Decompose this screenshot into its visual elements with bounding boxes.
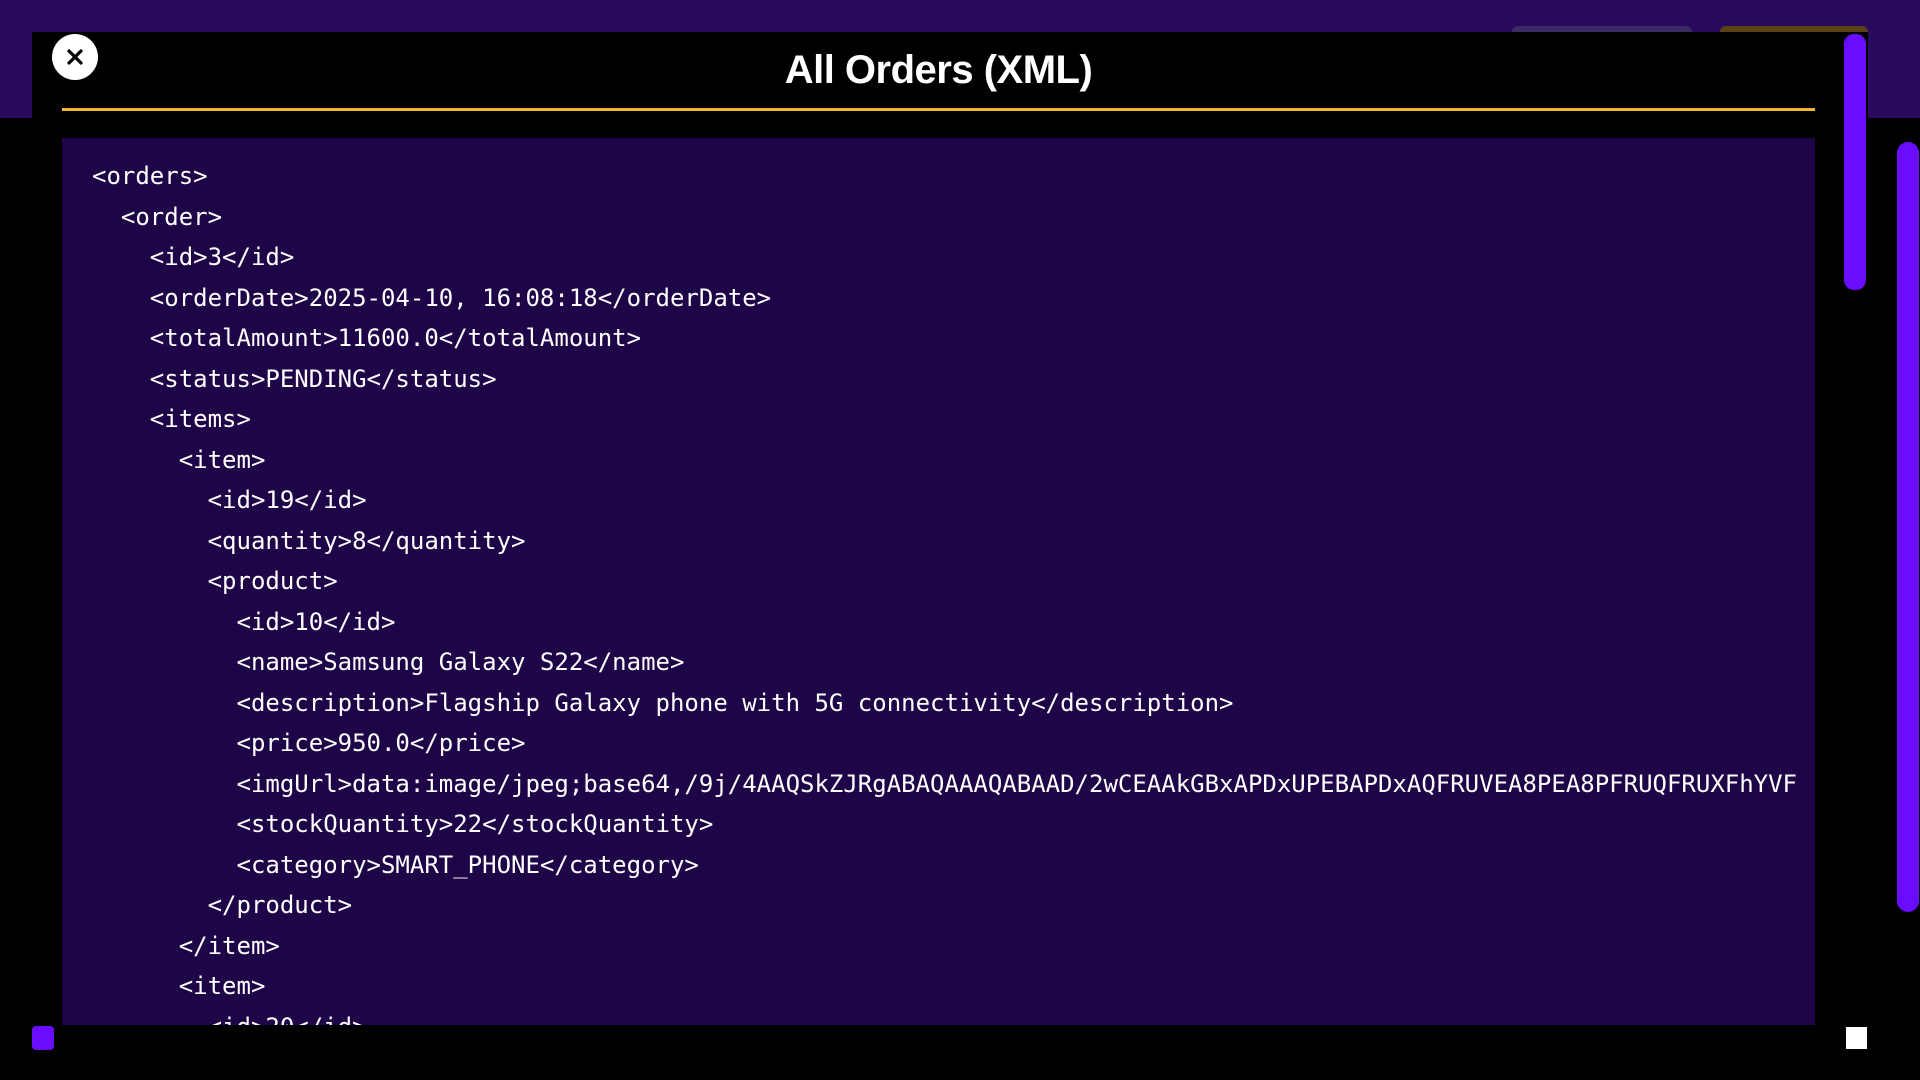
code-line: <order> — [92, 202, 223, 231]
code-line: <imgUrl>data:image/jpeg;base64,/9j/4AAQS… — [92, 769, 1798, 798]
code-line: <id>10</id> — [92, 607, 396, 636]
modal-header: All Orders (XML) — [62, 32, 1815, 111]
close-icon — [67, 49, 83, 65]
code-line: <price>950.0</price> — [92, 729, 526, 757]
scroll-corner-box — [1846, 1027, 1867, 1049]
code-line: <orderDate>2025-04-10, 16:08:18</orderDa… — [92, 283, 772, 312]
code-line: <orders> — [92, 162, 208, 190]
code-line: <status>PENDING</status> — [92, 364, 497, 393]
code-line: <description>Flagship Galaxy phone with … — [92, 688, 1234, 717]
code-line: <totalAmount>11600.0</totalAmount> — [92, 324, 642, 352]
code-line: </product> — [92, 891, 353, 919]
code-line: <product> — [92, 567, 338, 595]
code-line: <stockQuantity>22</stockQuantity> — [92, 810, 714, 838]
code-line: <items> — [92, 405, 251, 433]
code-line: <item> — [92, 972, 266, 1000]
code-line: <category>SMART_PHONE</category> — [92, 850, 699, 879]
code-line: <name>Samsung Galaxy S22</name> — [92, 648, 685, 676]
xml-modal: All Orders (XML) <orders> <order> <id>3<… — [32, 32, 1868, 1080]
xml-code-panel[interactable]: <orders> <order> <id>3</id> <orderDate>2… — [62, 138, 1815, 1025]
modal-scrollbar[interactable] — [1844, 34, 1866, 290]
code-line: </item> — [92, 931, 280, 960]
scroll-corner-indicator — [32, 1026, 54, 1050]
code-line: <id>20</id> — [92, 1007, 1815, 1026]
code-line: <quantity>8</quantity> — [92, 526, 526, 555]
page-scrollbar[interactable] — [1897, 142, 1919, 912]
code-line: <item> — [92, 445, 266, 474]
xml-code: <orders> <order> <id>3</id> <orderDate>2… — [62, 138, 1815, 1025]
close-button[interactable] — [52, 34, 98, 80]
code-line: <id>19</id> — [92, 486, 367, 514]
modal-title: All Orders (XML) — [784, 48, 1093, 92]
code-line: <id>3</id> — [92, 243, 295, 271]
